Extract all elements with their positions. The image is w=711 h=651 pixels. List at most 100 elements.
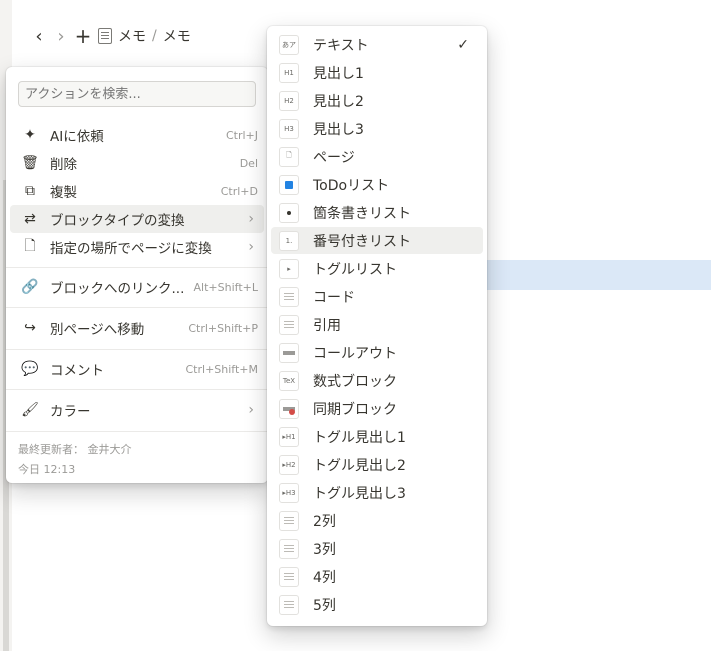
top-bar: ‹ › + メモ / メモ bbox=[28, 24, 195, 48]
menu-item-label: 複製 bbox=[50, 185, 77, 201]
turn-into-label: 見出し2 bbox=[313, 93, 364, 110]
checkmark-icon: ✓ bbox=[457, 36, 469, 53]
turn-into-heading-2[interactable]: H2 見出し2 bbox=[271, 87, 483, 114]
turn-into-equation[interactable]: TeX 数式ブロック bbox=[271, 367, 483, 394]
turn-into-label: ToDoリスト bbox=[313, 177, 390, 194]
turn-into-submenu: あア テキスト ✓ H1 見出し1 H2 見出し2 H3 見出し3 🗋 ページ … bbox=[267, 26, 487, 626]
turn-into-heading-1[interactable]: H1 見出し1 bbox=[271, 59, 483, 86]
breadcrumb-separator: / bbox=[152, 28, 157, 44]
link-icon: 🔗 bbox=[21, 279, 39, 295]
menu-item-label: 指定の場所でページに変換 bbox=[50, 241, 212, 257]
turn-into-5-columns[interactable]: 5列 bbox=[271, 591, 483, 618]
menu-divider bbox=[6, 267, 268, 268]
turn-into-page[interactable]: 🗋 ページ bbox=[271, 143, 483, 170]
turn-into-label: 4列 bbox=[313, 569, 336, 586]
paint-roller-icon: 🖌 bbox=[21, 402, 39, 418]
comment-item[interactable]: 💬 コメント Ctrl+Shift+M bbox=[10, 355, 264, 383]
copy-link-item[interactable]: 🔗 ブロックへのリンク... Alt+Shift+L bbox=[10, 273, 264, 301]
turn-into-label: 見出し1 bbox=[313, 65, 364, 82]
forward-icon[interactable]: › bbox=[50, 25, 72, 47]
turn-into-label: トグル見出し1 bbox=[313, 429, 406, 446]
turn-into-code[interactable]: コード bbox=[271, 283, 483, 310]
page-icon: 🗋 bbox=[24, 238, 36, 254]
turn-into-callout[interactable]: コールアウト bbox=[271, 339, 483, 366]
last-edited-by: 最終更新者： 金井大介 bbox=[18, 443, 132, 456]
breadcrumb-item[interactable]: メモ bbox=[118, 26, 146, 46]
turn-into-quote[interactable]: 引用 bbox=[271, 311, 483, 338]
turn-into-toggle-heading-1[interactable]: ▸H1 トグル見出し1 bbox=[271, 423, 483, 450]
shortcut-hint: Ctrl+Shift+P bbox=[188, 321, 258, 335]
move-to-item[interactable]: ↪ 別ページへ移動 Ctrl+Shift+P bbox=[10, 314, 264, 342]
selected-block-highlight bbox=[487, 260, 711, 290]
shortcut-hint: Ctrl+D bbox=[220, 184, 258, 198]
sparkle-icon: ✦ bbox=[24, 127, 36, 143]
heading-1-icon: H1 bbox=[279, 62, 299, 83]
turn-into-toggle-list[interactable]: ▸ トグルリスト bbox=[271, 255, 483, 282]
columns-icon bbox=[279, 538, 299, 559]
breadcrumb-item[interactable]: メモ bbox=[163, 26, 191, 46]
toggle-heading-3-icon: ▸H3 bbox=[279, 482, 299, 503]
shortcut-hint: Del bbox=[239, 156, 258, 170]
turn-into-label: コード bbox=[313, 289, 355, 306]
turn-into-label: 3列 bbox=[313, 541, 336, 558]
chevron-right-icon: › bbox=[248, 211, 254, 227]
action-search-input[interactable] bbox=[18, 81, 256, 107]
delete-item[interactable]: 🗑 削除 Del bbox=[10, 149, 264, 177]
turn-into-item[interactable]: ⇄ ブロックタイプの変換 › bbox=[10, 205, 264, 233]
heading-2-icon: H2 bbox=[279, 90, 299, 111]
turn-into-text[interactable]: あア テキスト ✓ bbox=[271, 31, 483, 58]
ask-ai-item[interactable]: ✦ AIに依頼 Ctrl+J bbox=[10, 121, 264, 149]
numbered-list-icon: 1. bbox=[279, 230, 299, 251]
page-block-icon: 🗋 bbox=[279, 146, 299, 167]
toggle-heading-2-icon: ▸H2 bbox=[279, 454, 299, 475]
shortcut-hint: Alt+Shift+L bbox=[193, 280, 258, 294]
turn-into-icon: ⇄ bbox=[24, 211, 36, 227]
turn-into-toggle-heading-3[interactable]: ▸H3 トグル見出し3 bbox=[271, 479, 483, 506]
turn-into-todo[interactable]: ToDoリスト bbox=[271, 171, 483, 198]
shortcut-hint: Ctrl+Shift+M bbox=[185, 362, 259, 376]
turn-into-label: コールアウト bbox=[313, 345, 397, 362]
duplicate-item[interactable]: ⧉ 複製 Ctrl+D bbox=[10, 177, 264, 205]
columns-icon bbox=[279, 594, 299, 615]
trash-icon: 🗑 bbox=[21, 155, 39, 171]
chevron-right-icon: › bbox=[248, 402, 254, 418]
menu-item-label: AIに依頼 bbox=[50, 129, 104, 145]
new-page-icon[interactable]: + bbox=[72, 24, 94, 48]
turn-into-label: トグル見出し2 bbox=[313, 457, 406, 474]
turn-into-synced-block[interactable]: 同期ブロック bbox=[271, 395, 483, 422]
turn-into-4-columns[interactable]: 4列 bbox=[271, 563, 483, 590]
turn-into-2-columns[interactable]: 2列 bbox=[271, 507, 483, 534]
turn-into-bulleted-list[interactable]: 箇条書きリスト bbox=[271, 199, 483, 226]
turn-into-toggle-heading-2[interactable]: ▸H2 トグル見出し2 bbox=[271, 451, 483, 478]
turn-into-label: 2列 bbox=[313, 513, 336, 530]
turn-into-label: ページ bbox=[313, 149, 355, 166]
turn-into-heading-3[interactable]: H3 見出し3 bbox=[271, 115, 483, 142]
toggle-list-icon: ▸ bbox=[279, 258, 299, 279]
callout-block-icon bbox=[279, 342, 299, 363]
turn-into-numbered-list[interactable]: 1. 番号付きリスト bbox=[271, 227, 483, 254]
synced-block-icon bbox=[279, 398, 299, 419]
menu-divider bbox=[6, 307, 268, 308]
turn-into-label: テキスト bbox=[313, 37, 369, 54]
note-icon bbox=[98, 28, 112, 44]
columns-icon bbox=[279, 566, 299, 587]
menu-item-label: カラー bbox=[50, 404, 91, 420]
menu-divider bbox=[6, 389, 268, 390]
turn-into-label: 数式ブロック bbox=[313, 373, 397, 390]
menu-item-label: コメント bbox=[50, 363, 104, 379]
toggle-heading-1-icon: ▸H1 bbox=[279, 426, 299, 447]
back-icon[interactable]: ‹ bbox=[28, 25, 50, 47]
turn-into-page-item[interactable]: 🗋 指定の場所でページに変換 › bbox=[10, 233, 264, 261]
text-block-icon: あア bbox=[279, 34, 299, 55]
menu-item-label: ブロックタイプの変換 bbox=[50, 213, 185, 229]
turn-into-label: 箇条書きリスト bbox=[313, 205, 411, 222]
bulleted-list-icon bbox=[279, 202, 299, 223]
menu-item-label: ブロックへのリンク... bbox=[50, 281, 185, 297]
heading-3-icon: H3 bbox=[279, 118, 299, 139]
columns-icon bbox=[279, 510, 299, 531]
turn-into-label: 同期ブロック bbox=[313, 401, 397, 418]
comment-icon: 💬 bbox=[21, 361, 39, 377]
color-item[interactable]: 🖌 カラー › bbox=[10, 396, 264, 424]
turn-into-3-columns[interactable]: 3列 bbox=[271, 535, 483, 562]
equation-block-icon: TeX bbox=[279, 370, 299, 391]
